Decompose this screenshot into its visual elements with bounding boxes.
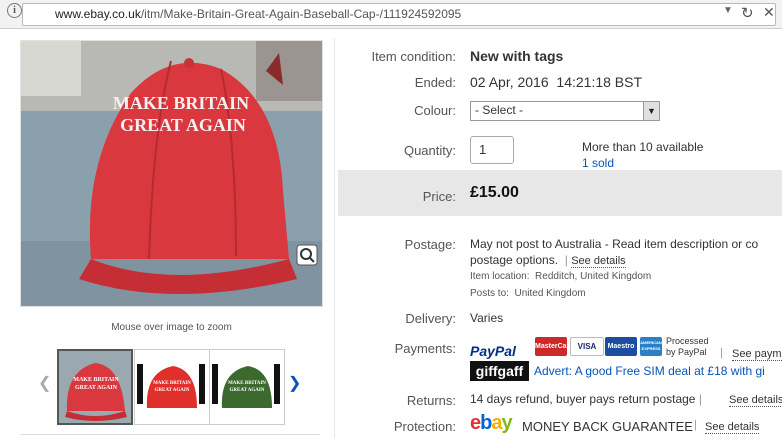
dropdown-icon[interactable]: ▼ xyxy=(723,5,733,16)
see-details-returns[interactable]: See details xyxy=(729,394,782,407)
zoom-icon xyxy=(296,244,318,266)
browser-address-bar: www.ebay.co.uk/itm/Make-Britain-Great-Ag… xyxy=(0,0,782,29)
url-field[interactable]: www.ebay.co.uk/itm/Make-Britain-Great-Ag… xyxy=(22,3,776,26)
thumbnail-1[interactable]: MAKE BRITAIN GREAT AGAIN xyxy=(57,349,133,425)
info-icon[interactable]: i xyxy=(7,3,22,18)
money-back-guarantee: MONEY BACK GUARANTEE xyxy=(522,419,693,434)
quantity-input[interactable]: 1 xyxy=(470,136,514,164)
ended-time: 14:21:18 BST xyxy=(556,74,643,90)
url-host: www.ebay.co.uk xyxy=(55,7,141,21)
condition-value: New with tags xyxy=(470,48,564,64)
main-image-panel[interactable]: MAKE BRITAIN GREAT AGAIN xyxy=(20,40,323,307)
quantity-value: 1 xyxy=(479,142,487,157)
chevron-right-icon[interactable]: ❯ xyxy=(288,373,301,393)
divider xyxy=(334,38,335,438)
ended-label: Ended: xyxy=(414,75,456,90)
posts-to: Posts to: United Kingdom xyxy=(470,288,586,299)
payments-label: Payments: xyxy=(394,341,456,356)
visa-icon: VISA xyxy=(570,337,604,356)
url-path: /itm/Make-Britain-Great-Again-Baseball-C… xyxy=(140,7,462,21)
giffgaff-logo[interactable]: giffgaff xyxy=(470,361,529,381)
price-label: Price: xyxy=(422,189,456,204)
returns-label: Returns: xyxy=(406,393,456,408)
colour-select[interactable]: - Select - ▼ xyxy=(470,101,660,121)
sold-link[interactable]: 1 sold xyxy=(582,156,614,170)
cap-photo: MAKE BRITAIN GREAT AGAIN xyxy=(21,41,322,306)
postage-label: Postage: xyxy=(404,237,456,252)
amex-icon: AMERICAN EXPRESS xyxy=(640,337,662,356)
available-text: More than 10 available xyxy=(582,140,704,154)
close-icon[interactable]: ✕ xyxy=(763,4,775,21)
svg-text:GREAT AGAIN: GREAT AGAIN xyxy=(75,385,118,391)
ended-date: 02 Apr, 2016 xyxy=(470,74,549,90)
thumbnail-3[interactable]: MAKE BRITAIN GREAT AGAIN xyxy=(209,349,285,425)
zoom-hint: Mouse over image to zoom xyxy=(111,322,232,333)
svg-text:MAKE BRITAIN: MAKE BRITAIN xyxy=(73,377,119,383)
url-text[interactable]: www.ebay.co.uk/itm/Make-Britain-Great-Ag… xyxy=(55,7,461,21)
mastercard-icon: MasterCard xyxy=(535,337,574,356)
reload-icon[interactable]: ↻ xyxy=(741,4,754,22)
see-details-postage[interactable]: See details xyxy=(571,255,626,268)
advert-link[interactable]: Advert: A good Free SIM deal at £18 with… xyxy=(534,364,765,378)
svg-text:GREAT AGAIN: GREAT AGAIN xyxy=(230,388,265,393)
delivery-value: Varies xyxy=(470,311,504,325)
ebay-logo: ebay xyxy=(470,412,513,434)
colour-select-value: - Select - xyxy=(475,103,524,117)
svg-text:GREAT AGAIN: GREAT AGAIN xyxy=(155,388,190,393)
quantity-label: Quantity: xyxy=(403,143,456,158)
postage-text-1: May not post to Australia - Read item de… xyxy=(470,237,759,251)
cap-text-line1: MAKE BRITAIN xyxy=(113,93,249,113)
postage-text-2: postage options. | See details xyxy=(470,253,626,268)
paypal-logo: PayPal xyxy=(470,343,516,359)
item-location: Item location: Redditch, United Kingdom xyxy=(470,271,652,282)
thumbnail-2[interactable]: MAKE BRITAIN GREAT AGAIN xyxy=(134,349,210,425)
colour-label: Colour: xyxy=(414,103,456,118)
returns-value: 14 days refund, buyer pays return postag… xyxy=(470,392,702,406)
see-payments-link[interactable]: See paym xyxy=(732,348,782,361)
ended-value: 02 Apr, 2016 14:21:18 BST xyxy=(470,74,642,90)
chevron-left-icon[interactable]: ❮ xyxy=(38,373,51,393)
svg-text:MAKE BRITAIN: MAKE BRITAIN xyxy=(153,381,191,386)
maestro-icon: Maestro xyxy=(605,337,637,356)
svg-text:MAKE BRITAIN: MAKE BRITAIN xyxy=(228,381,266,386)
protection-label: Protection: xyxy=(393,419,456,434)
condition-label: Item condition: xyxy=(371,49,456,64)
processed-by-paypal: Processed by PayPal xyxy=(666,336,709,357)
price-band xyxy=(338,170,782,216)
delivery-label: Delivery: xyxy=(405,311,456,326)
divider xyxy=(20,434,320,435)
see-details-protection[interactable]: See details xyxy=(705,421,760,434)
cap-text-line2: GREAT AGAIN xyxy=(120,115,246,135)
chevron-down-icon[interactable]: ▼ xyxy=(643,102,659,120)
price-value: £15.00 xyxy=(470,184,519,201)
